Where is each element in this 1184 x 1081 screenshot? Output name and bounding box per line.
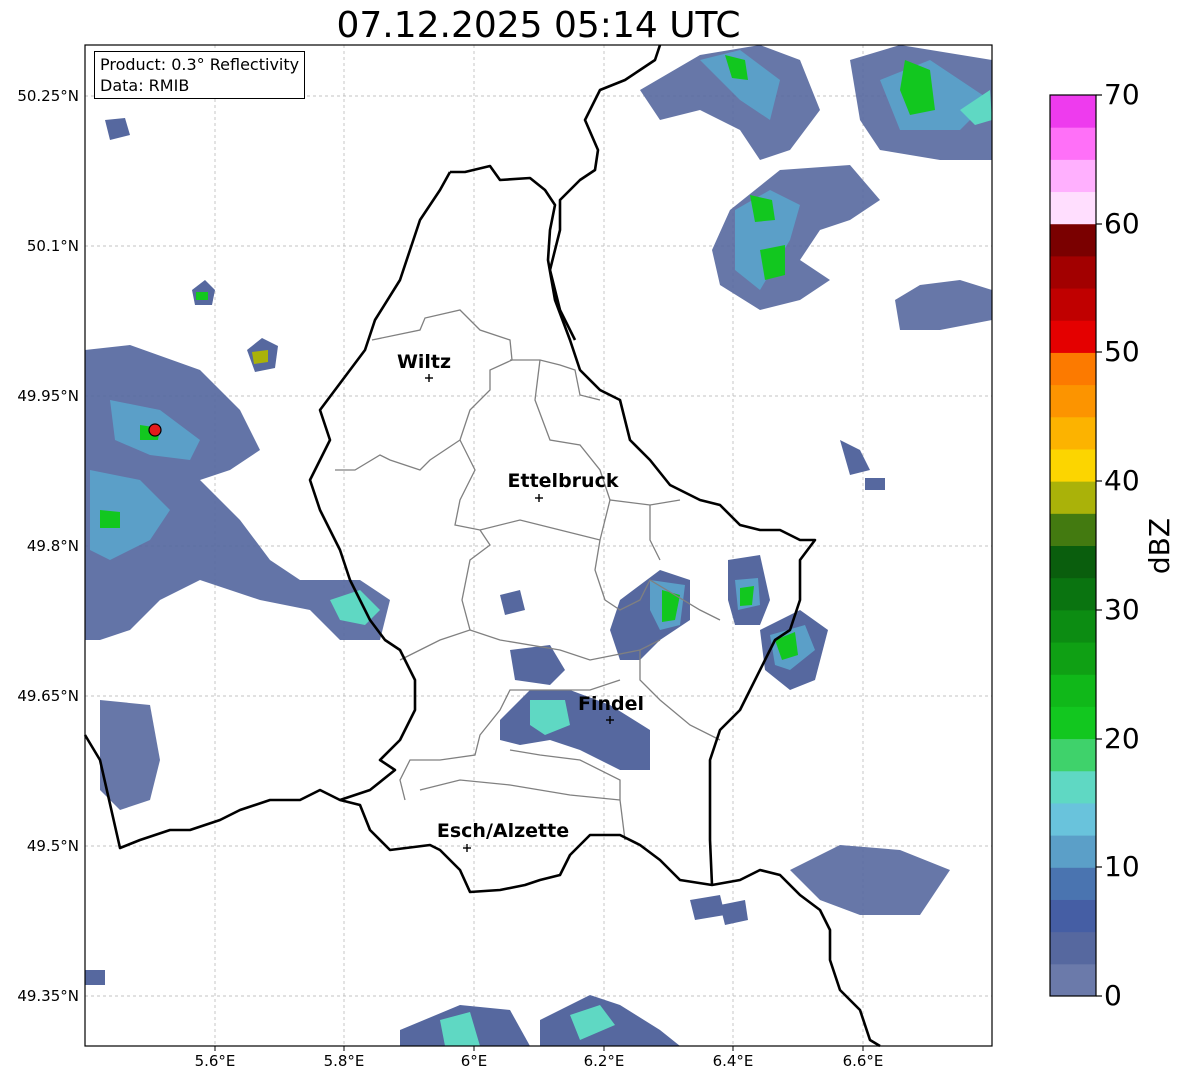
lat-tick-label: 50.1°N <box>26 237 79 255</box>
colorbar-tick-label: 30 <box>1104 593 1140 626</box>
colorbar-segment <box>1050 159 1096 193</box>
lon-tick-label: 6.2°E <box>583 1052 625 1070</box>
colorbar-segment <box>1050 416 1096 450</box>
colorbar-tick-marks <box>1096 94 1102 997</box>
colorbar-segment <box>1050 674 1096 707</box>
colorbar-segment <box>1050 127 1096 160</box>
radar-station-marker <box>148 423 162 437</box>
colorbar-segment <box>1050 191 1096 225</box>
colorbar-tick-label: 10 <box>1104 850 1140 883</box>
lat-tick-label: 49.5°N <box>26 837 79 855</box>
city-marker-esch <box>463 844 471 852</box>
luxembourg-west-border <box>308 171 452 802</box>
city-markers <box>425 374 614 852</box>
lat-tick-label: 49.8°N <box>26 537 79 555</box>
colorbar-segment <box>1050 352 1096 386</box>
city-label-esch-alzette: Esch/Alzette <box>436 820 570 842</box>
lat-tick-label: 49.35°N <box>17 987 79 1005</box>
colorbar-segment <box>1050 481 1096 514</box>
colorbar-segment <box>1050 320 1096 353</box>
colorbar-tick-label: 70 <box>1104 78 1140 111</box>
lat-tick-label: 50.25°N <box>17 87 79 105</box>
product-label: Product: 0.3° Reflectivity <box>100 55 300 74</box>
radar-map <box>83 44 1102 1051</box>
city-marker-wiltz <box>425 374 433 382</box>
colorbar-segment <box>1050 288 1096 321</box>
echo-cell-northeast-3 <box>712 165 880 310</box>
colorbar-tick-label: 20 <box>1104 722 1140 755</box>
echo-cell-center <box>500 555 828 770</box>
lon-tick-label: 5.6°E <box>194 1052 236 1070</box>
colorbar-tick-label: 60 <box>1104 207 1140 240</box>
colorbar-segment <box>1050 384 1096 418</box>
lon-tick-label: 6.4°E <box>712 1052 754 1070</box>
colorbar-segment <box>1050 738 1096 772</box>
colorbar-segment <box>1050 706 1096 740</box>
colorbar-tick-label: 40 <box>1104 464 1140 497</box>
city-label-findel: Findel <box>577 693 645 715</box>
colorbar-segment <box>1050 255 1096 289</box>
lon-tick-label: 6°E <box>460 1052 488 1070</box>
colorbar-segment <box>1050 931 1096 965</box>
echo-cell-northeast-2 <box>850 45 992 160</box>
city-label-wiltz: Wiltz <box>396 351 452 373</box>
colorbar-segment <box>1050 95 1096 128</box>
data-source-label: Data: RMIB <box>100 76 190 95</box>
colorbar-segment <box>1050 802 1096 836</box>
product-info-box: Product: 0.3° Reflectivity Data: RMIB <box>94 51 306 99</box>
lon-tick-label: 6.6°E <box>842 1052 884 1070</box>
echo-cell-northeast-1 <box>640 45 820 160</box>
radar-echoes <box>85 45 992 1046</box>
colorbar-segment <box>1050 642 1096 675</box>
colorbar-segment <box>1050 963 1096 997</box>
city-label-ettelbruck: Ettelbruck <box>507 470 619 492</box>
colorbar-segment <box>1050 770 1096 804</box>
colorbar-segment <box>1050 577 1096 611</box>
colorbar-segment <box>1050 448 1096 482</box>
x-tick-marks <box>214 1046 864 1051</box>
colorbar-segment <box>1050 609 1096 643</box>
colorbar-label: dBZ <box>1143 517 1176 575</box>
city-marker-ettelbruck <box>535 494 543 502</box>
colorbar-segment <box>1050 545 1096 579</box>
colorbar-tick-label: 50 <box>1104 335 1140 368</box>
colorbar-segment <box>1050 899 1096 933</box>
colorbar <box>1050 95 1096 997</box>
lat-tick-label: 49.95°N <box>17 387 79 405</box>
lat-tick-label: 49.65°N <box>17 687 79 705</box>
colorbar-segment <box>1050 835 1096 868</box>
colorbar-segment <box>1050 867 1096 900</box>
colorbar-segment <box>1050 223 1096 257</box>
colorbar-tick-label: 0 <box>1104 979 1122 1012</box>
lon-tick-label: 5.8°E <box>323 1052 365 1070</box>
colorbar-segment <box>1050 513 1096 546</box>
